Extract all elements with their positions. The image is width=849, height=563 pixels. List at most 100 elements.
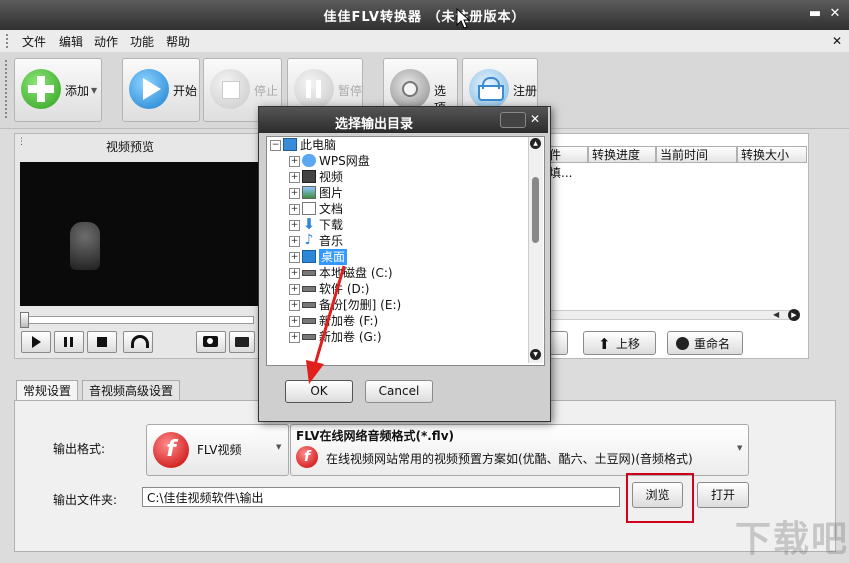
- add-button[interactable]: 添加 ▼: [14, 58, 102, 122]
- expand-icon[interactable]: +: [289, 236, 300, 247]
- expand-icon[interactable]: +: [289, 156, 300, 167]
- column-header-file[interactable]: 件: [545, 146, 588, 163]
- stop-icon: [97, 337, 107, 347]
- folder-icon: [235, 337, 249, 347]
- rename-icon: [676, 337, 689, 350]
- format-title: FLV在线网络音频格式(*.flv): [296, 429, 454, 443]
- minimize-icon[interactable]: ▬: [806, 5, 824, 23]
- expand-icon[interactable]: +: [289, 332, 300, 343]
- cloud-icon: [302, 154, 316, 167]
- dropdown-arrow-icon[interactable]: ▼: [91, 86, 97, 95]
- start-button[interactable]: 开始: [122, 58, 200, 122]
- close-icon[interactable]: ✕: [527, 111, 543, 127]
- column-header-progress[interactable]: 转换进度: [588, 146, 656, 163]
- play-icon: [32, 336, 41, 348]
- flash-icon: f: [153, 432, 189, 468]
- rename-button[interactable]: 重命名: [667, 331, 743, 355]
- settings-panel: [14, 400, 836, 552]
- cancel-button[interactable]: Cancel: [365, 380, 433, 403]
- column-header-current-time[interactable]: 当前时间: [656, 146, 737, 163]
- format-detail-select[interactable]: FLV在线网络音频格式(*.flv) f 在线视频网站常用的视频预置方案如(优酷…: [290, 424, 749, 476]
- computer-icon: [283, 138, 297, 151]
- move-up-label: 上移: [616, 337, 641, 351]
- seek-handle[interactable]: [20, 312, 29, 328]
- play-button[interactable]: [21, 331, 51, 353]
- film-icon: [302, 170, 316, 183]
- dropdown-arrow-icon: ▼: [276, 443, 282, 451]
- tree-item-label: 音乐: [319, 234, 344, 248]
- snapshot-button[interactable]: [196, 331, 226, 353]
- menu-help[interactable]: 帮助: [166, 33, 190, 50]
- pause-button[interactable]: [54, 331, 84, 353]
- open-button[interactable]: 打开: [697, 482, 749, 508]
- gear-icon: [390, 69, 430, 109]
- format-select[interactable]: f FLV视频 ▼: [146, 424, 289, 476]
- format-value: FLV视频: [197, 443, 242, 457]
- expand-icon[interactable]: +: [289, 220, 300, 231]
- seek-bar[interactable]: [20, 316, 254, 324]
- menu-action[interactable]: 动作: [94, 33, 118, 50]
- scroll-left-icon[interactable]: ◀: [773, 310, 779, 319]
- register-label: 注册: [513, 84, 538, 98]
- close-icon[interactable]: ✕: [826, 5, 844, 23]
- horizontal-scrollbar[interactable]: [545, 310, 795, 320]
- expand-icon[interactable]: +: [289, 172, 300, 183]
- grip-icon: [6, 34, 14, 48]
- scroll-right-icon[interactable]: ▶: [788, 309, 800, 321]
- tree-scrollbar[interactable]: ▲ ▼: [528, 137, 543, 363]
- partial-action-button[interactable]: [549, 331, 568, 355]
- annotation-arrow: [306, 265, 346, 384]
- start-label: 开始: [173, 84, 198, 98]
- stop-button[interactable]: [87, 331, 117, 353]
- dialog-minimize-icon[interactable]: [500, 112, 526, 128]
- menu-file[interactable]: 文件: [22, 33, 46, 50]
- play-icon: [129, 69, 169, 109]
- scroll-up-icon[interactable]: ▲: [530, 138, 541, 149]
- arrow-up-icon: ⬆: [598, 335, 611, 353]
- output-folder-input[interactable]: C:\佳佳视频软件\输出: [142, 487, 620, 507]
- expand-icon[interactable]: +: [289, 300, 300, 311]
- plus-icon: [21, 69, 61, 109]
- menu-function[interactable]: 功能: [130, 33, 154, 50]
- format-description: 在线视频网站常用的视频预置方案如(优酷、酷六、土豆网)(音频格式): [326, 452, 693, 466]
- picture-icon: [302, 186, 316, 199]
- flash-icon: f: [296, 446, 318, 468]
- dialog-title-bar: 选择输出目录 ✕: [259, 107, 548, 133]
- tree-item-label: 文档: [319, 202, 344, 216]
- file-list[interactable]: [545, 133, 809, 359]
- watermark: 下载吧: [735, 519, 849, 560]
- mouse-cursor-icon: [456, 8, 470, 29]
- column-header-size[interactable]: 转换大小: [737, 146, 807, 163]
- list-row-text: 填...: [549, 166, 573, 180]
- camera-icon: [203, 336, 218, 347]
- rename-label: 重命名: [694, 337, 731, 351]
- headphones-icon: [131, 335, 149, 348]
- tree-item-label: 此电脑: [300, 138, 337, 152]
- collapse-icon[interactable]: −: [270, 140, 281, 151]
- preview-title: 视频预览: [105, 140, 154, 154]
- tab-general[interactable]: 常规设置: [16, 380, 79, 402]
- expand-icon[interactable]: +: [289, 188, 300, 199]
- close-icon[interactable]: ✕: [832, 34, 842, 48]
- expand-icon[interactable]: +: [289, 268, 300, 279]
- audio-button[interactable]: [123, 331, 153, 353]
- expand-icon[interactable]: +: [289, 252, 300, 263]
- document-icon: [302, 202, 316, 215]
- tree-item-label: 下载: [319, 218, 344, 232]
- tab-advanced[interactable]: 音视频高级设置: [82, 380, 181, 401]
- scroll-thumb[interactable]: [532, 177, 539, 243]
- folder-button[interactable]: [229, 331, 255, 353]
- scroll-down-icon[interactable]: ▼: [530, 349, 541, 360]
- move-up-button[interactable]: ⬆ 上移: [583, 331, 656, 355]
- expand-icon[interactable]: +: [289, 284, 300, 295]
- music-note-icon: ♪: [304, 232, 314, 248]
- menu-edit[interactable]: 编辑: [59, 33, 83, 50]
- title-bar: 佳佳FLV转换器 （未注册版本） ▬ ✕: [0, 0, 849, 30]
- expand-icon[interactable]: +: [289, 316, 300, 327]
- tree-item-label: WPS网盘: [319, 154, 370, 168]
- video-frame-figure: [70, 222, 100, 270]
- expand-icon[interactable]: +: [289, 204, 300, 215]
- pause-icon: [64, 337, 67, 347]
- add-label: 添加: [65, 84, 90, 98]
- dialog-title: 选择输出目录: [334, 117, 413, 132]
